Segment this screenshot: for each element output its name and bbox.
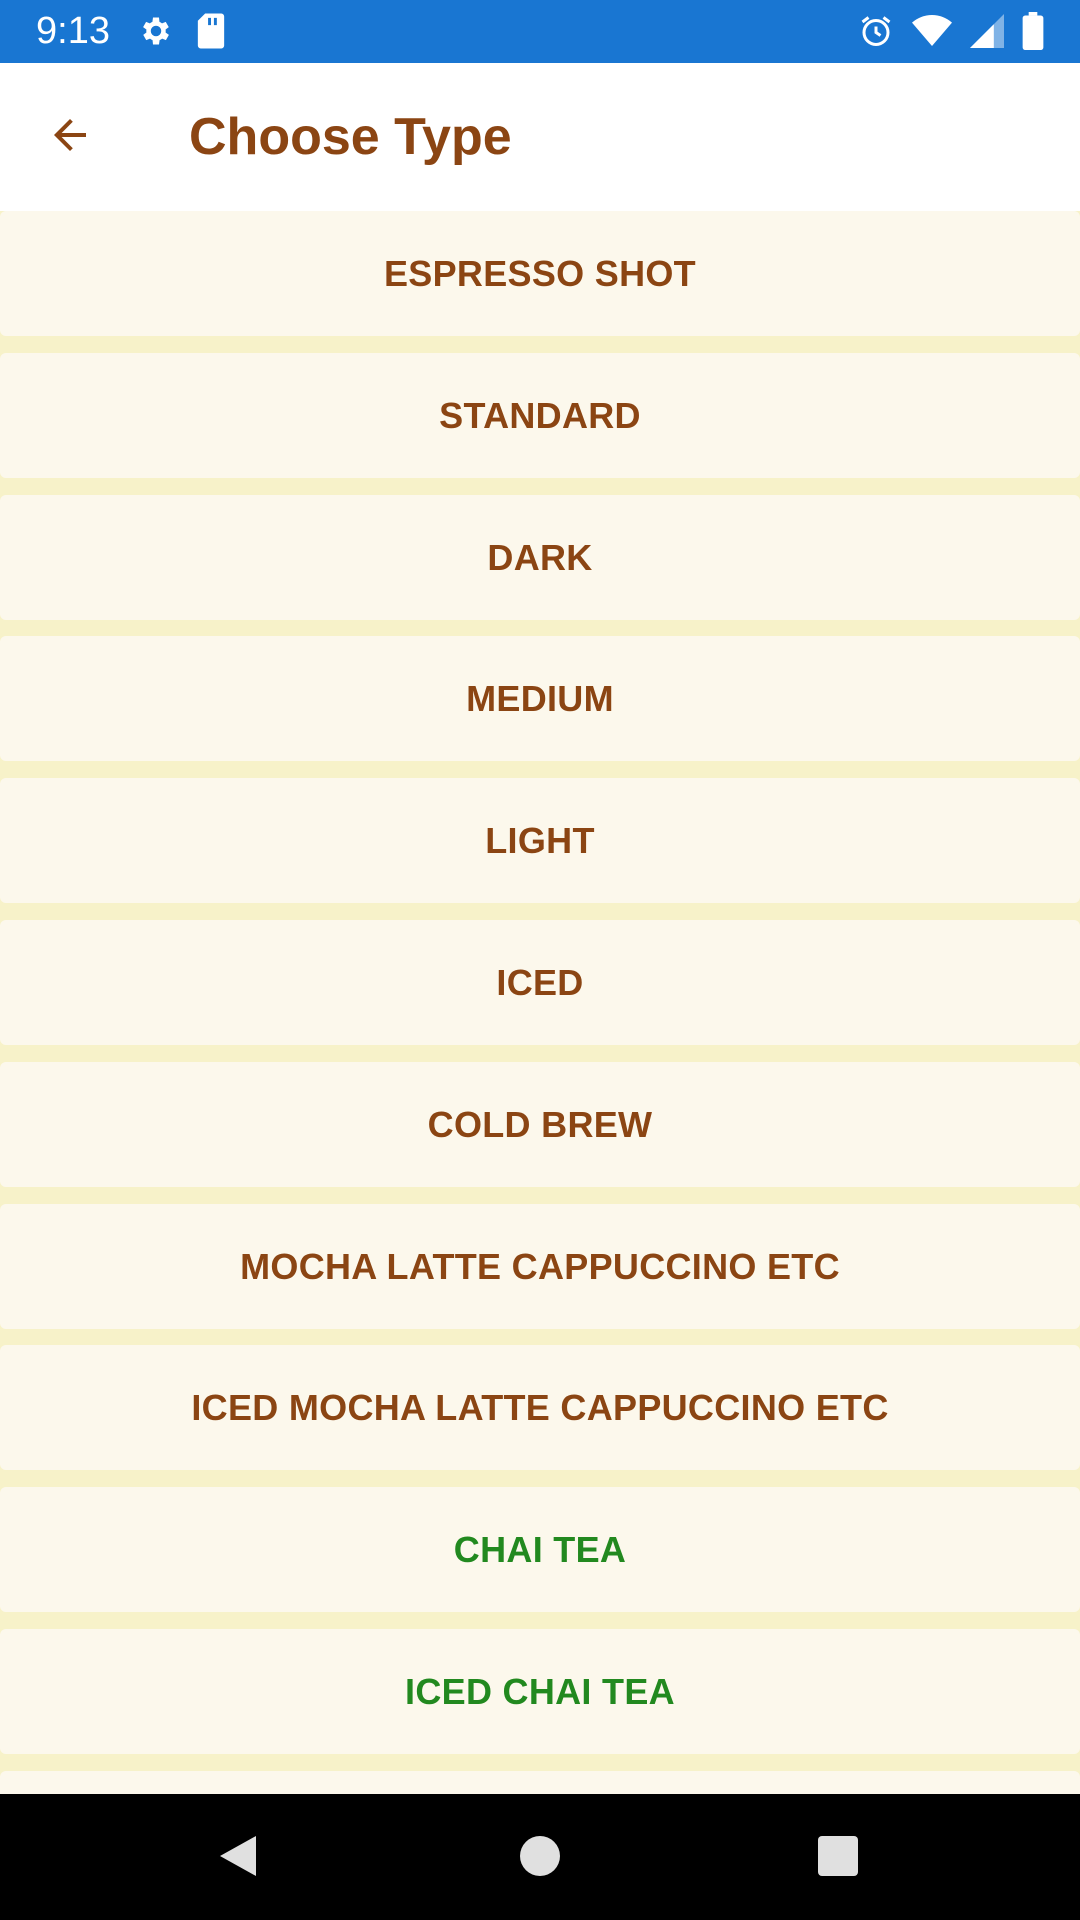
list-item-medium[interactable]: MEDIUM [0,636,1080,761]
back-button[interactable] [30,101,110,173]
list-item-espresso-shot[interactable]: ESPRESSO SHOT [0,211,1080,336]
signal-icon [970,14,1004,53]
sd-card-icon [196,12,226,55]
type-list: ESPRESSO SHOT STANDARD DARK MEDIUM LIGHT… [0,211,1080,1794]
battery-icon [1022,12,1044,55]
wifi-icon [912,14,952,53]
list-item-cold-brew[interactable]: COLD BREW [0,1062,1080,1187]
nav-recents-button[interactable] [810,1830,866,1886]
list-item-chai-tea[interactable]: CHAI TEA [0,1487,1080,1612]
nav-home-button[interactable] [512,1830,568,1886]
list-item-standard[interactable]: STANDARD [0,353,1080,478]
gear-icon [138,12,174,55]
navigation-bar [0,1794,1080,1920]
list-item-mocha-latte-cappuccino[interactable]: MOCHA LATTE CAPPUCCINO ETC [0,1204,1080,1329]
status-left-icons [138,12,226,55]
list-item-partial[interactable] [0,1771,1080,1794]
page-title: Choose Type [189,108,512,166]
list-item-iced-mocha-latte-cappuccino[interactable]: ICED MOCHA LATTE CAPPUCCINO ETC [0,1345,1080,1470]
status-time: 9:13 [36,10,110,52]
home-circle-icon [520,1835,560,1881]
list-item-iced[interactable]: ICED [0,920,1080,1045]
status-bar: 9:13 [0,0,1080,63]
list-item-dark[interactable]: DARK [0,495,1080,620]
app-bar: Choose Type [0,63,1080,211]
list-item-iced-chai-tea[interactable]: ICED CHAI TEA [0,1629,1080,1754]
recents-square-icon [818,1835,858,1881]
alarm-icon [858,12,894,55]
arrow-back-icon [46,111,94,164]
nav-back-button[interactable] [210,1830,266,1886]
status-right-icons [858,12,1044,55]
list-item-light[interactable]: LIGHT [0,778,1080,903]
back-triangle-icon [216,1832,260,1885]
